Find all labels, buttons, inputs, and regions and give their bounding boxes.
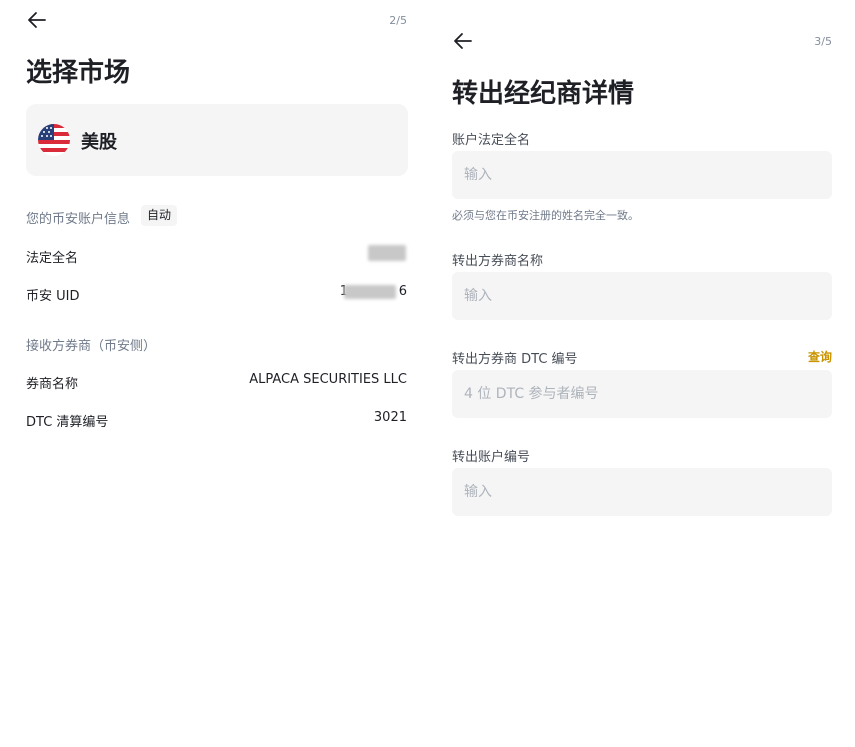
account-legal-name-label: 账户法定全名 [452, 133, 531, 148]
market-name: 美股 [81, 132, 117, 153]
uid-redacted [344, 285, 396, 299]
outgoing-broker-name-field [452, 272, 832, 320]
outgoing-account-number-field [452, 468, 832, 516]
step-indicator: 3/5 [814, 35, 832, 48]
legal-name-hint: 必须与您在币安注册的姓名完全一致。 [452, 209, 639, 222]
uid-suffix: 6 [398, 284, 407, 299]
outgoing-broker-name-input[interactable] [452, 272, 832, 320]
page-title: 转出经纪商详情 [452, 79, 635, 109]
us-flag-icon [38, 124, 70, 156]
outgoing-account-number-label: 转出账户编号 [452, 450, 531, 465]
receiver-section-label: 接收方券商（币安侧） [26, 339, 157, 354]
dtc-number-value: 3021 [373, 410, 407, 425]
account-legal-name-input[interactable] [452, 151, 832, 199]
market-option-us-stocks[interactable]: 美股 [26, 104, 408, 176]
outgoing-dtc-number-input[interactable] [452, 370, 832, 418]
outgoing-account-number-input[interactable] [452, 468, 832, 516]
dtc-number-label: DTC 清算编号 [26, 415, 109, 430]
back-arrow-icon[interactable] [27, 11, 49, 29]
uid-label: 币安 UID [26, 289, 80, 304]
broker-name-label: 券商名称 [26, 377, 79, 392]
legal-name-value-redacted [368, 245, 406, 261]
page-title: 选择市场 [26, 58, 131, 88]
auto-badge: 自动 [141, 205, 178, 226]
broker-name-value: ALPACA SECURITIES LLC [249, 372, 407, 387]
account-info-label: 您的币安账户信息 [26, 212, 131, 227]
dtc-lookup-link[interactable]: 查询 [808, 348, 832, 365]
select-market-screen: 2/5 选择市场 美股 您的币安账户信息 自动 法定全名 币安 UID 1 6 … [0, 0, 430, 747]
step-indicator: 2/5 [389, 14, 407, 27]
transfer-broker-details-screen: 3/5 转出经纪商详情 账户法定全名 必须与您在币安注册的姓名完全一致。 转出方… [430, 0, 855, 747]
outgoing-dtc-number-label: 转出方券商 DTC 编号 [452, 352, 578, 367]
account-legal-name-field [452, 151, 832, 199]
legal-name-label: 法定全名 [26, 251, 79, 266]
outgoing-broker-name-label: 转出方券商名称 [452, 254, 544, 269]
back-arrow-icon[interactable] [453, 32, 475, 50]
outgoing-dtc-number-field [452, 370, 832, 418]
